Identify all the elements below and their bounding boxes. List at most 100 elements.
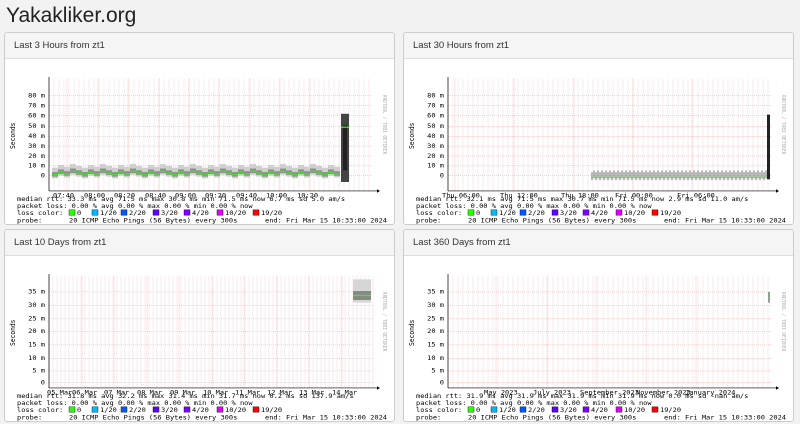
smoke-band xyxy=(747,172,749,181)
smoke-band xyxy=(723,172,725,181)
loss-swatch xyxy=(216,209,224,216)
smoke-band xyxy=(595,172,597,181)
y-tick-label: 30 m xyxy=(28,142,45,150)
y-tick-label: 60 m xyxy=(28,112,45,120)
y-tick-label: 15 m xyxy=(28,341,45,349)
smoke-band xyxy=(653,170,655,179)
smoke-band xyxy=(629,170,631,179)
y-tick-label: 25 m xyxy=(427,315,444,323)
plot-area xyxy=(49,275,373,388)
latency-series xyxy=(768,291,770,303)
loss-swatch xyxy=(551,209,559,216)
smoke-band xyxy=(703,172,705,181)
y-axis-label: Seconds xyxy=(9,320,17,346)
smoke-band xyxy=(727,172,729,181)
y-tick-label: 30 m xyxy=(427,302,444,310)
loss-swatch xyxy=(467,209,475,216)
smoke-band xyxy=(623,172,625,181)
graph-image[interactable]: Seconds 80 m 70 m 60 m 50 m 40 m 30 m 20 m 10 m 0… xyxy=(404,59,793,225)
smoke-band xyxy=(655,172,657,181)
smoke-band xyxy=(705,170,707,179)
smoke-band xyxy=(733,170,735,179)
loss-swatch xyxy=(551,406,559,413)
smoke-band xyxy=(711,172,713,181)
smoke-band xyxy=(757,170,759,179)
loss-swatch xyxy=(152,406,160,413)
loss-swatch xyxy=(615,406,623,413)
panel-last-3-hours: Last 3 Hours from zt1 Seconds 80 m 70 m 60 … xyxy=(4,32,395,225)
y-tick-label: 0 xyxy=(41,172,45,180)
smoke-band xyxy=(647,172,649,181)
smoke-band xyxy=(675,172,677,181)
y-axis-label: Seconds xyxy=(408,320,416,346)
smoke-band xyxy=(737,170,739,179)
y-tick-label: 0 xyxy=(41,379,45,387)
probe-label: probe: xyxy=(17,414,42,422)
graph-image[interactable]: Seconds 35 m 30 m 25 m 20 m 15 m 10 m5 m 0 May 2… xyxy=(404,256,793,422)
loss-swatch xyxy=(68,406,76,413)
y-tick-label: 70 m xyxy=(28,102,45,110)
smoke-band xyxy=(599,172,601,181)
end-time: end: Fri Mar 15 10:33:00 2024 xyxy=(265,414,387,422)
smoke-band xyxy=(719,172,721,181)
y-tick-label: 50 m xyxy=(427,122,444,130)
smoke-band xyxy=(601,170,603,179)
smoke-band xyxy=(697,170,699,179)
y-tick-label: 30 m xyxy=(28,302,45,310)
smoke-band xyxy=(597,170,599,179)
loss-swatch xyxy=(91,406,99,413)
y-axis-label: Seconds xyxy=(9,123,17,149)
loss-swatch xyxy=(68,209,76,216)
smoke-band xyxy=(683,172,685,181)
smoke-band xyxy=(659,172,661,181)
probe-label: probe: xyxy=(416,414,441,422)
smoke-band xyxy=(669,170,671,179)
x-axis-arrow xyxy=(776,386,779,390)
smoke-band xyxy=(745,170,747,179)
loss-swatch xyxy=(615,209,623,216)
graph-image[interactable]: Seconds 35 m 30 m 25 m 20 m 15 m 10 m5 m 0 05 Ma… xyxy=(5,256,394,422)
smoke-band xyxy=(591,172,593,181)
smoke-band xyxy=(625,170,627,179)
smoke-band xyxy=(663,172,665,181)
end-time: end: Fri Mar 15 10:33:00 2024 xyxy=(265,217,387,225)
probe-label: probe: xyxy=(416,217,441,225)
loss-swatch xyxy=(91,209,99,216)
y-tick-label: 20 m xyxy=(427,152,444,160)
loss-swatch xyxy=(519,209,527,216)
y-tick-label: 60 m xyxy=(427,112,444,120)
latency-graph: Seconds 80 m 70 m 60 m 50 m 40 m 30 m 20 m 10 m 0… xyxy=(408,76,786,225)
smoke-band xyxy=(635,172,637,181)
rrdtool-watermark: RRDTOOL / TOBI OETIKER xyxy=(780,95,786,155)
probe-text: 20 ICMP Echo Pings (56 Bytes) every 300s xyxy=(69,217,237,225)
graph-image[interactable]: Seconds 80 m 70 m 60 m 50 m 40 m 30 m 20 m 10 m 0… xyxy=(5,59,394,225)
panel-last-360-days: Last 360 Days from zt1 Seconds 35 m 30 m 25… xyxy=(403,229,794,422)
loss-swatch xyxy=(651,406,659,413)
loss-swatch xyxy=(183,406,191,413)
smoke-band xyxy=(603,172,605,181)
smoke-band xyxy=(749,170,751,179)
panel-last-30-hours: Last 30 Hours from zt1 Seconds 80 m 70 m 60… xyxy=(403,32,794,225)
smoke-band xyxy=(613,170,615,179)
probe-label: probe: xyxy=(17,217,42,225)
smoke-band xyxy=(593,170,595,179)
rrdtool-watermark: RRDTOOL / TOBI OETIKER xyxy=(381,292,387,352)
y-tick-label: 0 xyxy=(440,172,444,180)
y-tick-label: 20 m xyxy=(28,328,45,336)
loss-swatch xyxy=(252,406,260,413)
smoke-band xyxy=(765,170,767,179)
loss-swatch xyxy=(490,406,498,413)
smoke-band xyxy=(693,170,695,179)
smoke-band xyxy=(671,172,673,181)
loss-swatch xyxy=(490,209,498,216)
smoke-band xyxy=(631,172,633,181)
loss-swatch xyxy=(467,406,475,413)
smoke-band xyxy=(609,170,611,179)
smoke-band xyxy=(645,170,647,179)
smoke-band xyxy=(673,170,675,179)
loss-swatch xyxy=(252,209,260,216)
smoke-band xyxy=(627,172,629,181)
smoke-band xyxy=(753,170,755,179)
y-tick-label: 10 m xyxy=(427,354,444,362)
smoke-band xyxy=(729,170,731,179)
